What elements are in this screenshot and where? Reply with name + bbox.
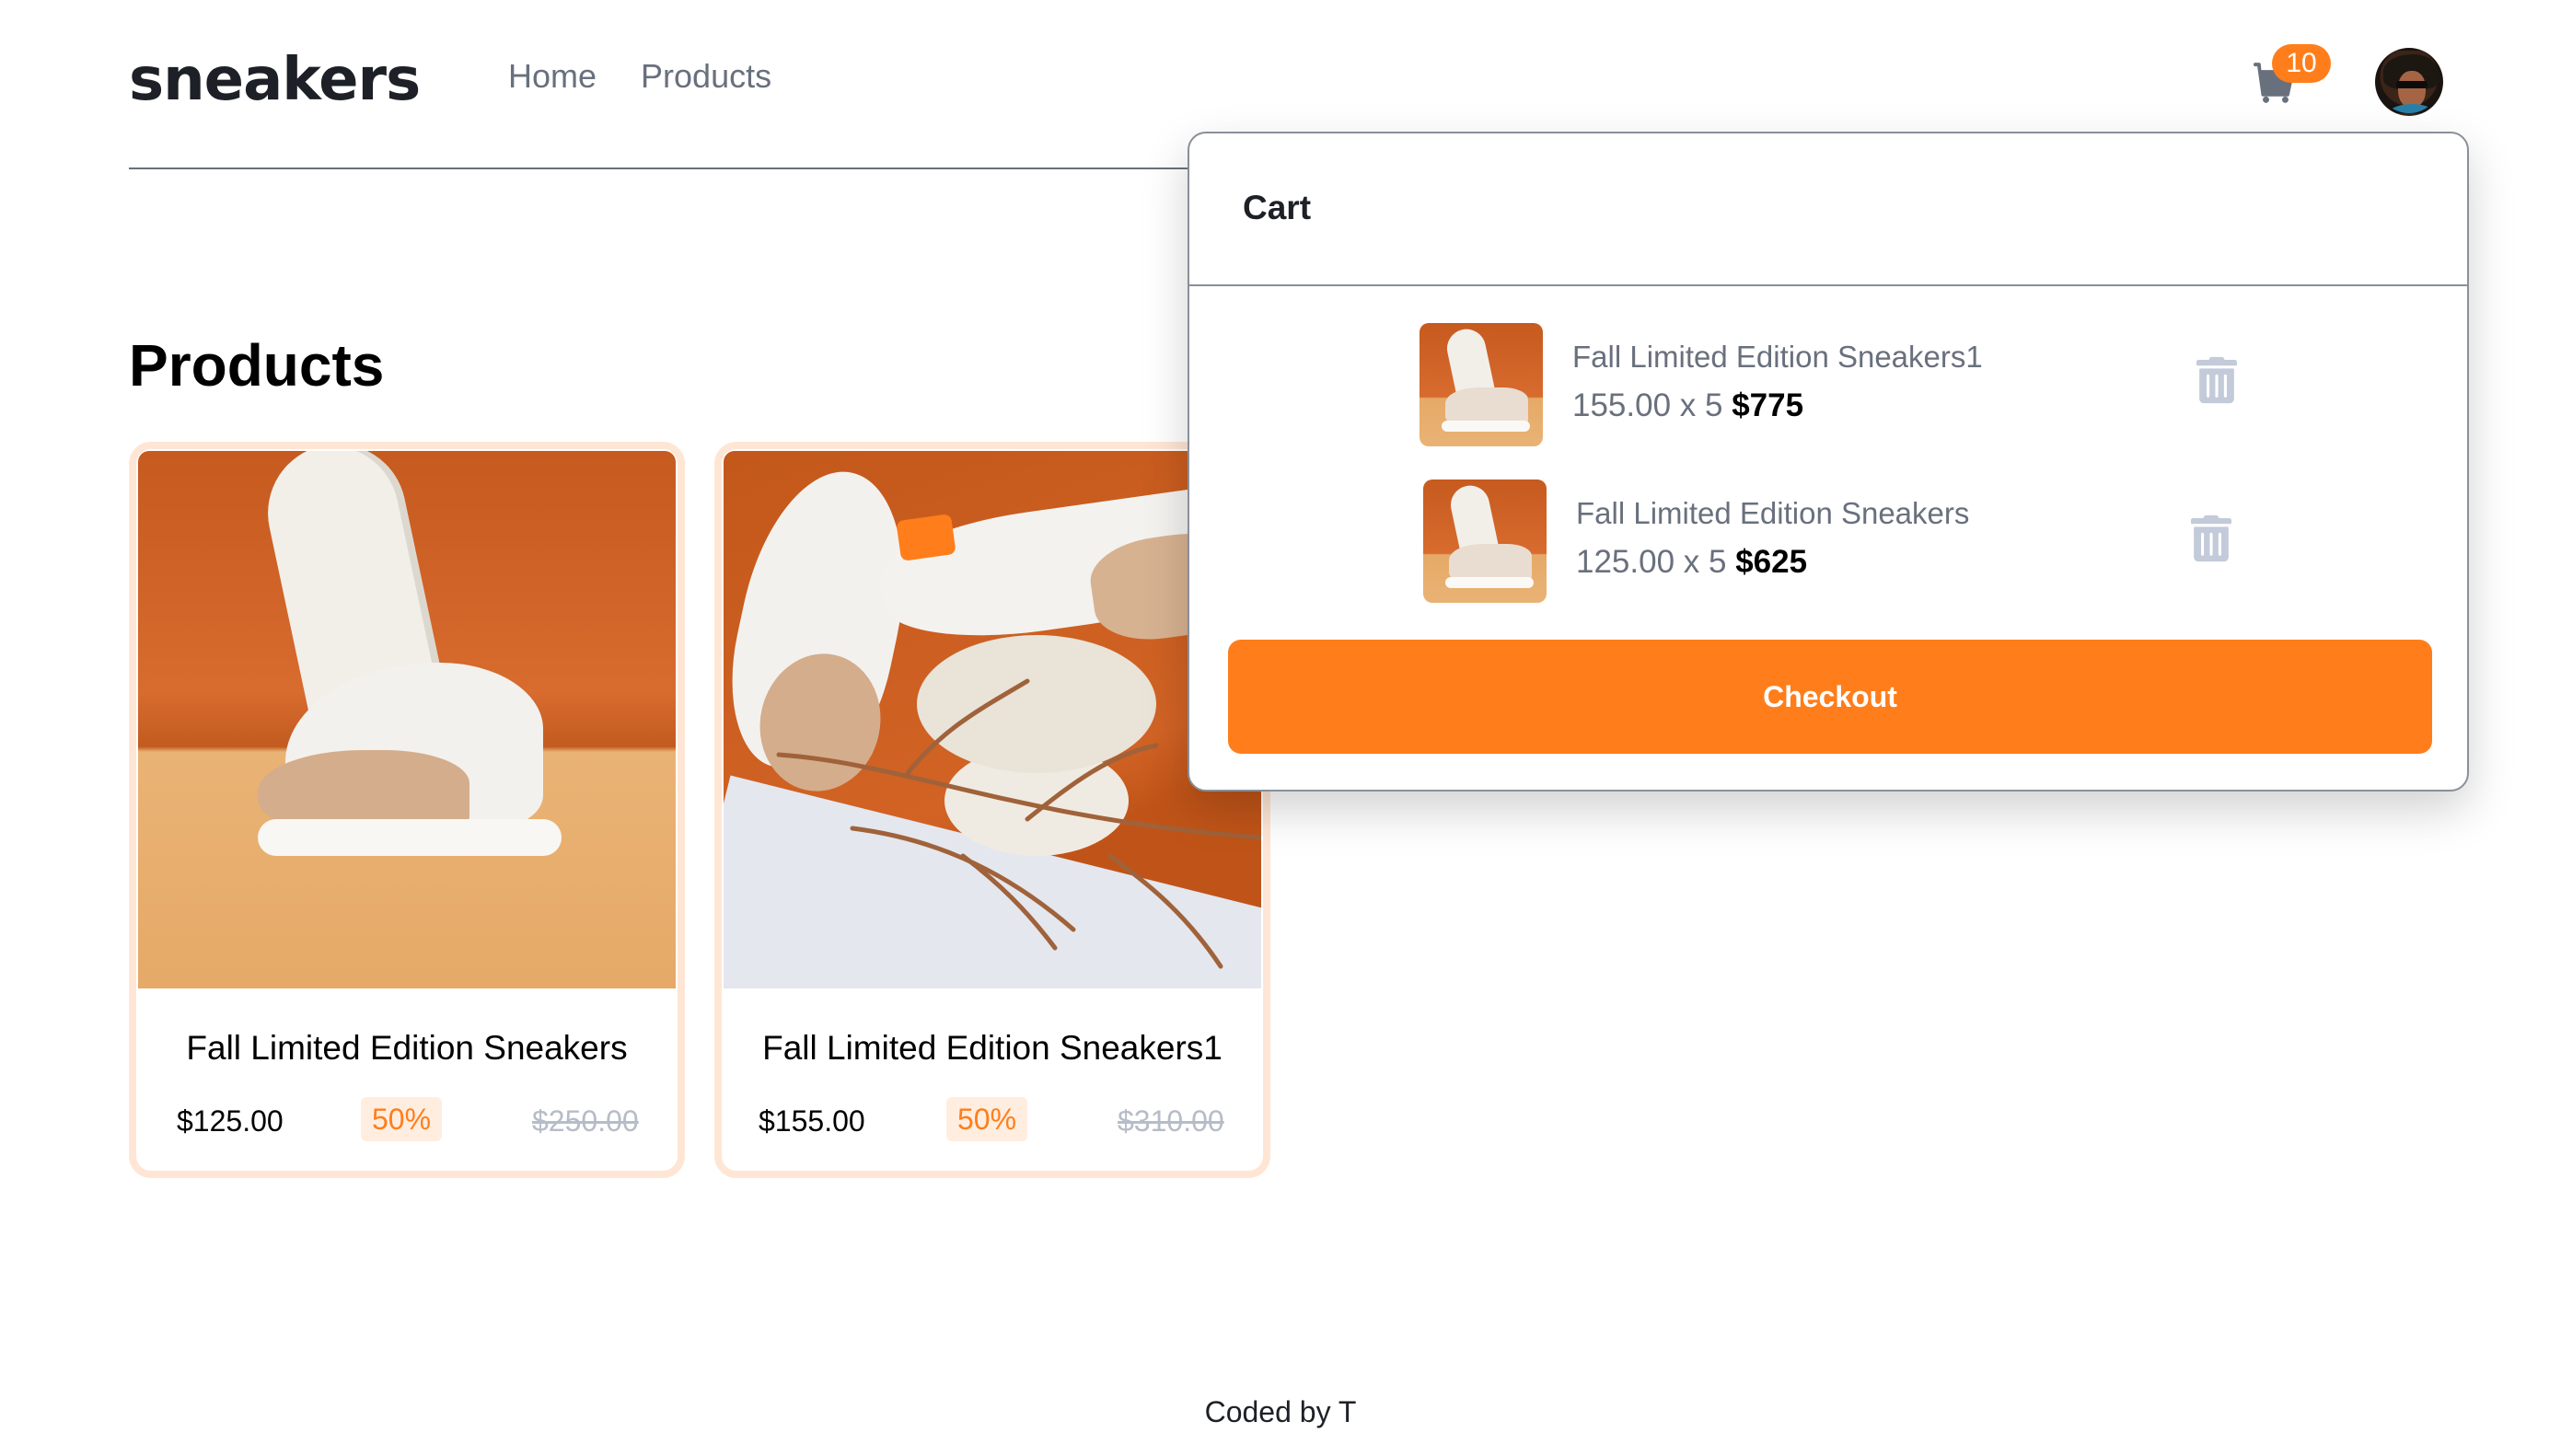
user-avatar[interactable] (2375, 48, 2443, 116)
cart-item-name: Fall Limited Edition Sneakers (1576, 496, 1970, 530)
nav-products-link[interactable]: Products (641, 57, 771, 96)
site-logo[interactable]: sneakers (129, 46, 421, 114)
product-price: $155.00 (759, 1104, 865, 1138)
cart-item-total: $625 (1735, 544, 1808, 580)
cart-title: Cart (1243, 189, 1312, 226)
products-heading: Products (129, 332, 385, 399)
cart-item: Fall Limited Edition Sneakers1 155.00 x … (1420, 323, 2248, 452)
product-image[interactable] (138, 451, 676, 988)
cart-count-badge: 10 (2272, 44, 2331, 83)
cart-divider (1189, 284, 2467, 286)
cart-item-quantity: 125.00 x 5 $625 (1576, 544, 1807, 581)
delete-item-button[interactable] (2196, 356, 2237, 404)
product-name[interactable]: Fall Limited Edition Sneakers1 (722, 1029, 1263, 1068)
product-card[interactable]: Fall Limited Edition Sneakers $125.00 50… (129, 442, 685, 1178)
product-image[interactable] (724, 451, 1261, 988)
cart-item-thumbnail (1420, 323, 1543, 446)
footer-credit: Coded by T (1204, 1395, 1357, 1428)
discount-badge: 50% (946, 1097, 1027, 1141)
nav-home-link[interactable]: Home (508, 57, 597, 96)
checkout-button[interactable]: Checkout (1228, 640, 2432, 754)
cart-item: Fall Limited Edition Sneakers 125.00 x 5… (1423, 480, 2252, 608)
header-divider (129, 168, 1326, 169)
original-price: $310.00 (1118, 1104, 1224, 1138)
delete-item-button[interactable] (2191, 514, 2231, 562)
trash-icon (2196, 356, 2237, 404)
cart-dropdown: Cart Fall Limited Edition Sneakers1 155.… (1188, 132, 2469, 792)
product-price: $125.00 (177, 1104, 284, 1138)
cart-item-total: $775 (1732, 387, 1804, 423)
trash-icon (2191, 514, 2231, 562)
cart-item-name: Fall Limited Edition Sneakers1 (1572, 340, 1983, 374)
discount-badge: 50% (361, 1097, 442, 1141)
cart-item-price-qty: 125.00 x 5 (1576, 544, 1727, 580)
main-nav: Home Products (508, 57, 771, 96)
cart-item-quantity: 155.00 x 5 $775 (1572, 387, 1803, 424)
original-price: $250.00 (532, 1104, 639, 1138)
product-name[interactable]: Fall Limited Edition Sneakers (136, 1029, 678, 1068)
cart-item-price-qty: 155.00 x 5 (1572, 387, 1723, 423)
cart-item-thumbnail (1423, 480, 1547, 603)
